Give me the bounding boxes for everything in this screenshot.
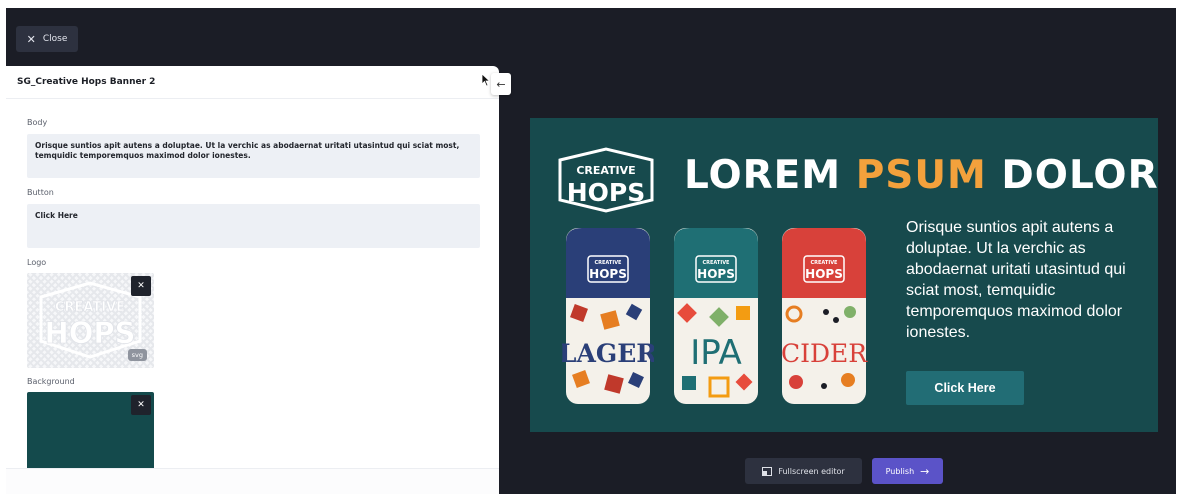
fullscreen-icon	[762, 466, 773, 476]
collapse-panel-button[interactable]: ←	[491, 73, 511, 95]
close-icon: ✕	[137, 400, 145, 410]
lager-can: CREATIVE HOPS LAGER	[562, 228, 654, 404]
close-button[interactable]: ✕ Close	[16, 26, 78, 52]
cider-can: CREATIVE HOPS CIDER	[781, 228, 868, 404]
logo-preview-line2: HOPS	[44, 316, 135, 350]
can-name-text: CIDER	[781, 339, 868, 368]
can-top-text: CREATIVE	[703, 260, 731, 266]
body-field-label: Body	[27, 118, 48, 127]
can-top-text: CREATIVE	[811, 260, 839, 266]
app-frame: ✕ Close SG_Creative Hops Banner 2 ← Body…	[6, 8, 1176, 494]
can-brand-text: HOPS	[589, 267, 627, 281]
banner-headline: LOREM PSUM DOLOR	[684, 153, 1158, 198]
banner-preview: CREATIVE HOPS LOREM PSUM DOLOR CREATIVE …	[530, 118, 1158, 432]
can-brand-text: HOPS	[805, 267, 843, 281]
can-top-text: CREATIVE	[595, 260, 623, 266]
close-label: Close	[42, 34, 68, 44]
banner-logo-line2: HOPS	[567, 178, 646, 207]
body-textarea[interactable]: Orisque suntios apit autens a doluptae. …	[27, 134, 480, 178]
button-field-label: Button	[27, 188, 54, 197]
background-preview-tile[interactable]: ✕	[27, 392, 154, 472]
can-name-text: LAGER	[562, 339, 654, 368]
headline-word-3: DOLOR	[1001, 153, 1158, 198]
ipa-can: CREATIVE HOPS IPA	[674, 228, 758, 404]
banner-logo: CREATIVE HOPS	[558, 147, 654, 213]
remove-background-button[interactable]: ✕	[131, 395, 151, 415]
file-type-badge: svg	[127, 349, 147, 361]
mouse-cursor-icon	[481, 73, 491, 87]
fullscreen-editor-button[interactable]: Fullscreen editor	[745, 458, 862, 484]
banner-cta-button[interactable]: Click Here	[906, 371, 1024, 405]
button-text-input[interactable]: Click Here	[27, 204, 480, 248]
can-name-text: IPA	[690, 333, 742, 373]
can-brand-text: HOPS	[697, 267, 735, 281]
headline-word-1: LOREM	[684, 153, 842, 198]
fullscreen-editor-label: Fullscreen editor	[778, 466, 845, 476]
banner-body-text: Orisque suntios apit autens a doluptae. …	[906, 219, 1126, 341]
close-icon: ✕	[26, 32, 36, 46]
panel-title: SG_Creative Hops Banner 2	[17, 77, 156, 87]
panel-header: SG_Creative Hops Banner 2	[6, 66, 499, 99]
logo-field-label: Logo	[27, 258, 47, 267]
close-icon: ✕	[137, 281, 145, 291]
editor-panel: SG_Creative Hops Banner 2 ← Body Orisque…	[6, 66, 511, 494]
panel-footer	[6, 468, 499, 494]
logo-preview-line1: CREATIVE	[55, 300, 125, 315]
arrow-right-icon: →	[920, 464, 930, 478]
logo-preview-tile[interactable]: CREATIVE HOPS ✕ svg	[27, 273, 154, 368]
headline-word-2: PSUM	[855, 153, 987, 198]
arrow-left-icon: ←	[496, 77, 506, 91]
remove-logo-button[interactable]: ✕	[131, 276, 151, 296]
banner-logo-line1: CREATIVE	[576, 164, 635, 177]
publish-label: Publish	[885, 466, 915, 476]
background-field-label: Background	[27, 377, 75, 386]
publish-button[interactable]: Publish →	[872, 458, 943, 484]
